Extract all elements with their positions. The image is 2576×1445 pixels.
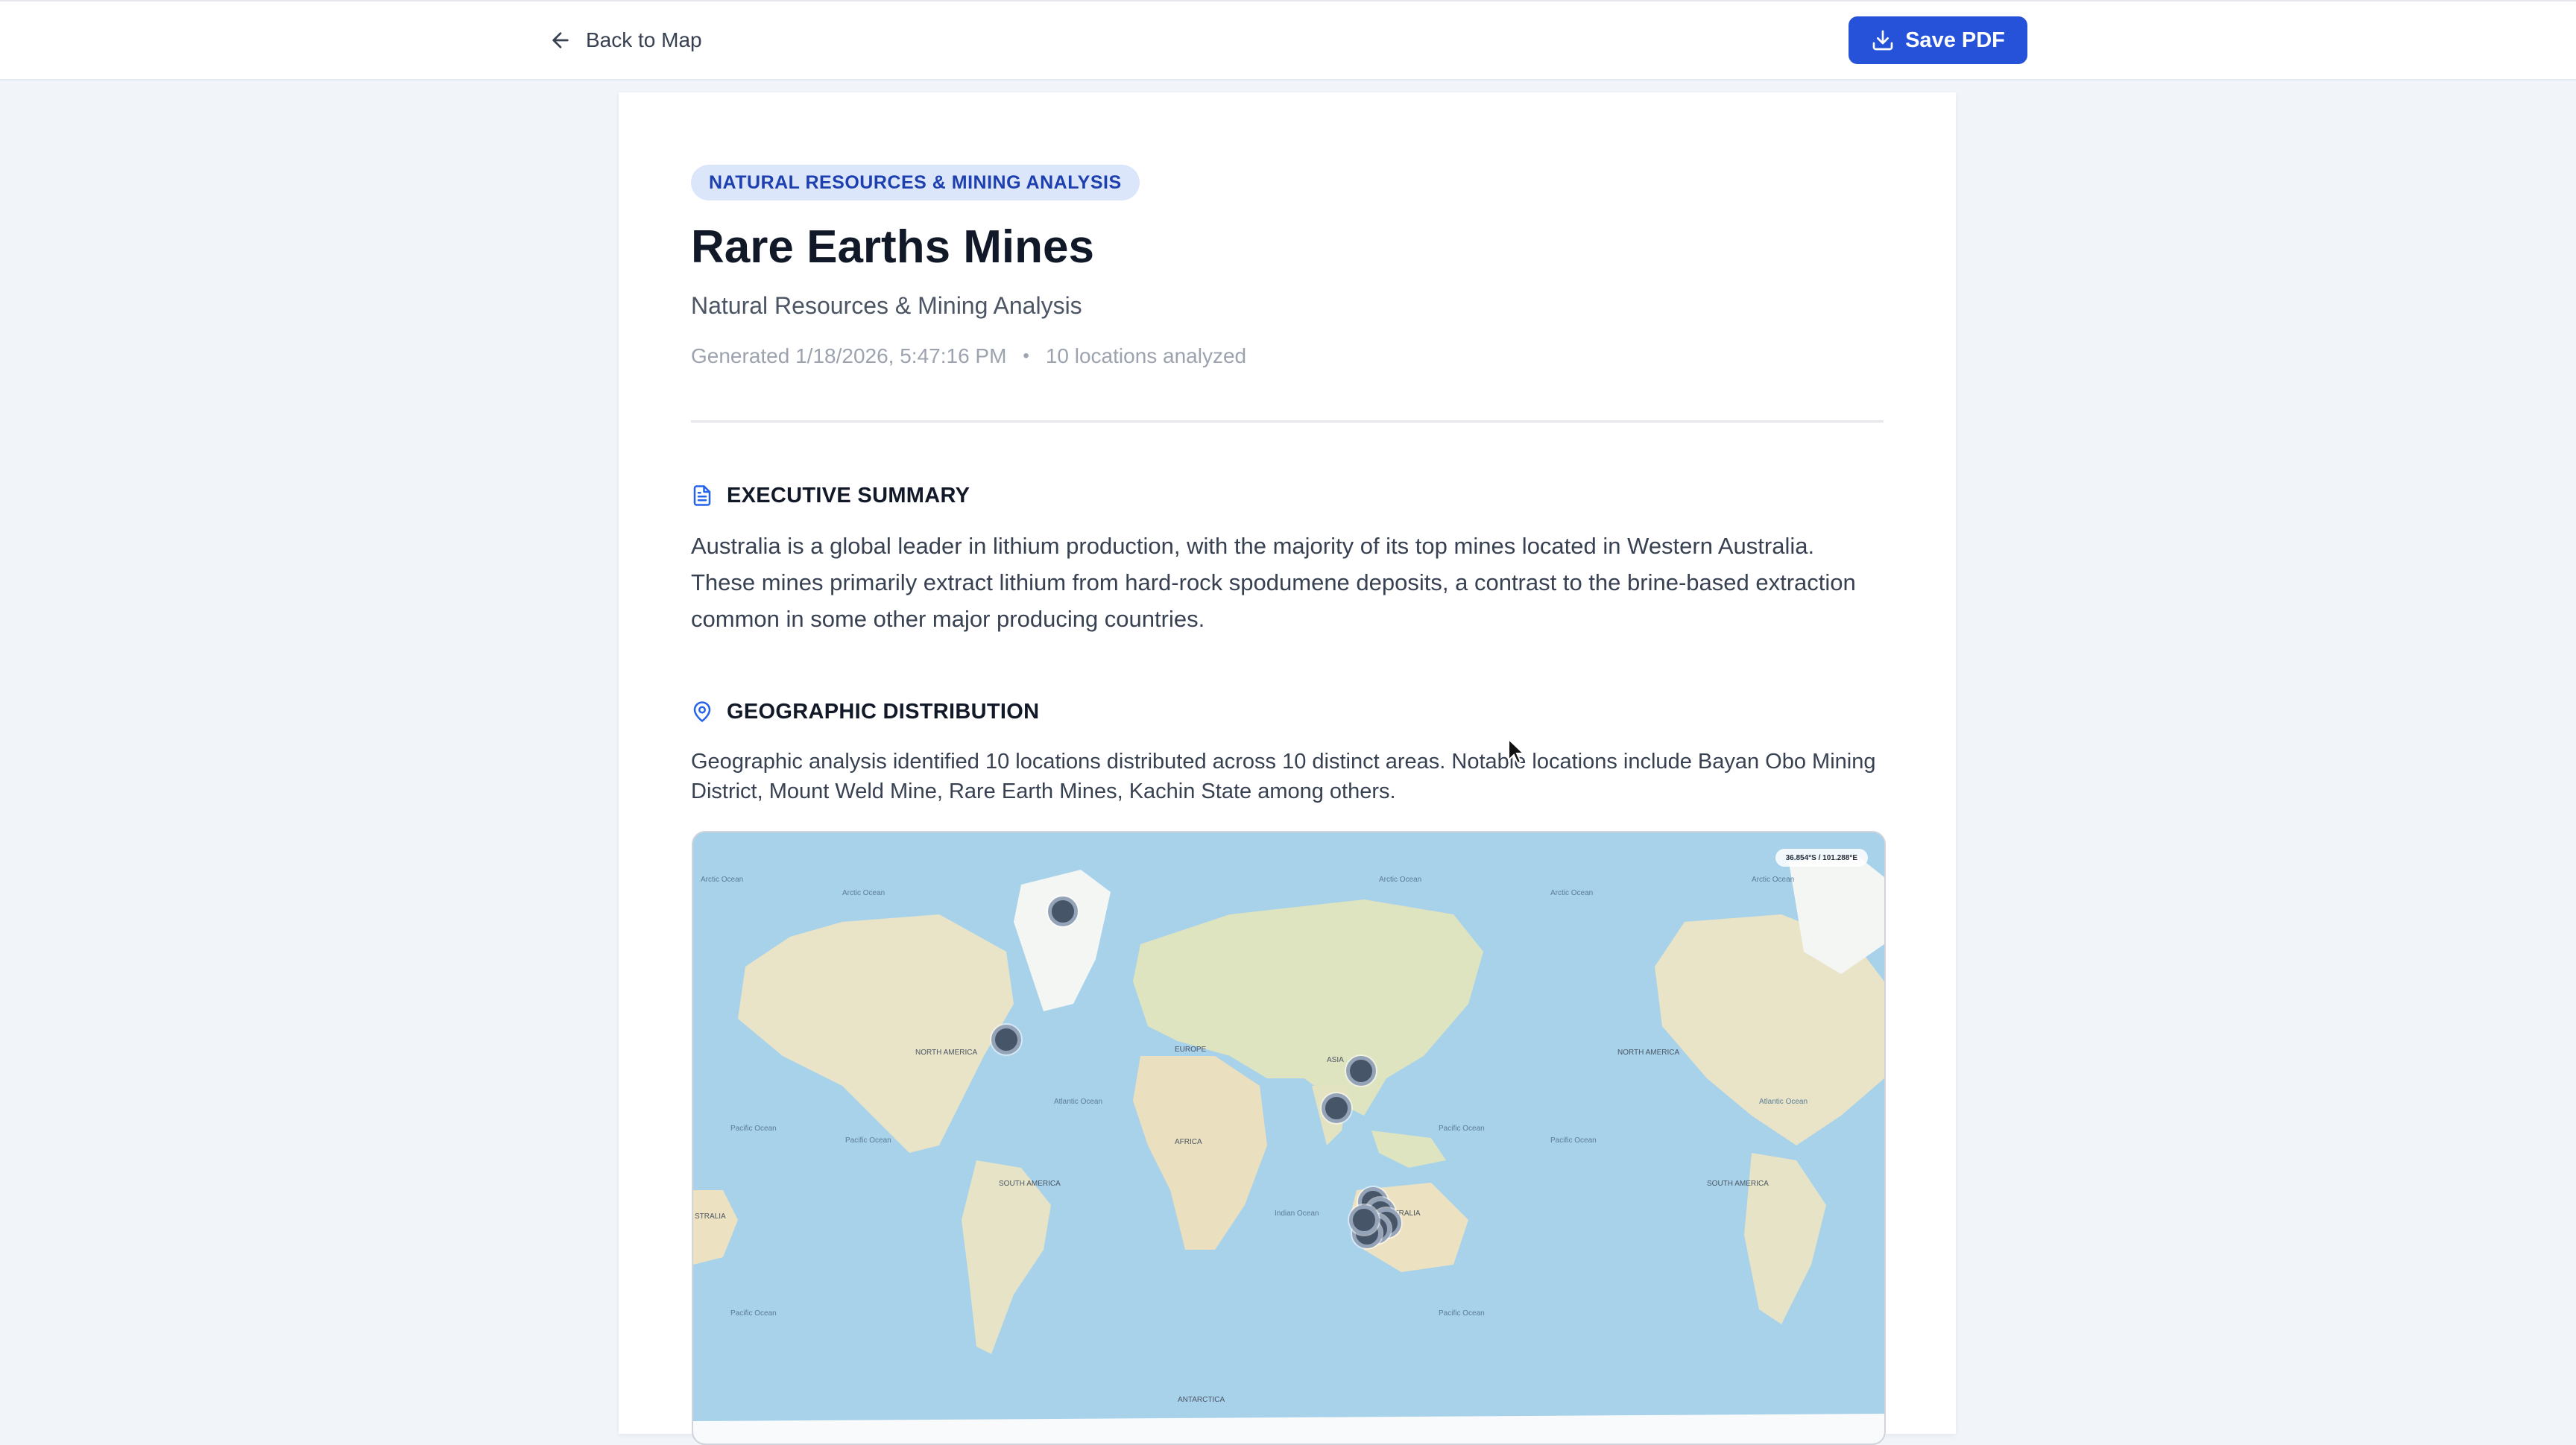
map-label: Atlantic Ocean xyxy=(1054,1098,1103,1106)
map-label: ASIA xyxy=(1327,1056,1344,1064)
executive-summary-text: Australia is a global leader in lithium … xyxy=(691,533,1856,632)
location-marker[interactable] xyxy=(1346,1056,1376,1086)
document-icon xyxy=(693,485,711,506)
back-to-map-link[interactable]: Back to Map xyxy=(549,24,702,57)
meta-separator: • xyxy=(1023,346,1029,366)
geographic-distribution-label: GEOGRAPHIC DISTRIBUTION xyxy=(727,699,1040,724)
map-label: STRALIA xyxy=(695,1212,726,1221)
map-label: Atlantic Ocean xyxy=(1759,1098,1808,1106)
map-label: Pacific Ocean xyxy=(845,1136,891,1145)
map-label: Arctic Ocean xyxy=(842,889,886,897)
map-label: Arctic Ocean xyxy=(1379,876,1422,884)
report-meta: Generated 1/18/2026, 5:47:16 PM • 10 loc… xyxy=(691,344,1246,368)
geographic-distribution-heading: GEOGRAPHIC DISTRIBUTION xyxy=(691,699,1039,724)
coordinate-readout: 36.854°S / 101.288°E xyxy=(1775,849,1868,867)
download-icon xyxy=(1872,30,1893,51)
map-label: Pacific Ocean xyxy=(1550,1136,1597,1145)
map-label: Pacific Ocean xyxy=(730,1309,777,1318)
map-label: Arctic Ocean xyxy=(1550,889,1594,897)
map-label: Arctic Ocean xyxy=(1752,876,1795,884)
map-label: Arctic Ocean xyxy=(701,876,744,884)
arrow-left-icon xyxy=(552,32,569,48)
location-marker[interactable] xyxy=(1048,897,1078,926)
save-pdf-label: Save PDF xyxy=(1905,28,2005,52)
map-label: NORTH AMERICA xyxy=(1617,1049,1680,1057)
location-marker[interactable] xyxy=(991,1025,1021,1054)
locations-count: 10 locations analyzed xyxy=(1045,344,1247,367)
executive-summary-label: EXECUTIVE SUMMARY xyxy=(727,483,970,508)
map-label: Pacific Ocean xyxy=(730,1125,777,1133)
map-label: SOUTH AMERICA xyxy=(999,1180,1061,1188)
location-marker[interactable] xyxy=(1322,1093,1351,1123)
mouse-cursor-icon xyxy=(1508,738,1526,765)
map-label: Indian Ocean xyxy=(1275,1210,1319,1218)
map-label: NORTH AMERICA xyxy=(915,1049,978,1057)
map-label: Pacific Ocean xyxy=(1439,1125,1485,1133)
map-pin-icon xyxy=(693,701,711,722)
map-label: SOUTH AMERICA xyxy=(1707,1180,1769,1188)
map-label: Pacific Ocean xyxy=(1439,1309,1485,1318)
back-to-map-label: Back to Map xyxy=(586,28,702,51)
category-badge: NATURAL RESOURCES & MINING ANALYSIS xyxy=(691,165,1140,200)
map-label: AFRICA xyxy=(1175,1138,1202,1146)
report-title: Rare Earths Mines xyxy=(691,221,1094,273)
map-label: ANTARCTICA xyxy=(1178,1396,1225,1404)
save-pdf-button[interactable]: Save PDF xyxy=(1849,16,2027,64)
map-label: EUROPE xyxy=(1175,1046,1207,1054)
generated-timestamp: Generated 1/18/2026, 5:47:16 PM xyxy=(691,344,1007,367)
header-divider xyxy=(691,420,1884,423)
report-card: NATURAL RESOURCES & MINING ANALYSIS Rare… xyxy=(619,92,1956,1445)
locations-map[interactable]: Arctic Ocean Arctic Ocean Arctic Ocean A… xyxy=(692,831,1886,1445)
geographic-distribution-text: Geographic analysis identified 10 locati… xyxy=(691,750,1876,803)
report-subtitle: Natural Resources & Mining Analysis xyxy=(691,292,1082,319)
executive-summary-heading: EXECUTIVE SUMMARY xyxy=(691,483,970,508)
top-bar: Back to Map Save PDF xyxy=(0,0,2576,80)
location-marker[interactable] xyxy=(1349,1205,1379,1235)
